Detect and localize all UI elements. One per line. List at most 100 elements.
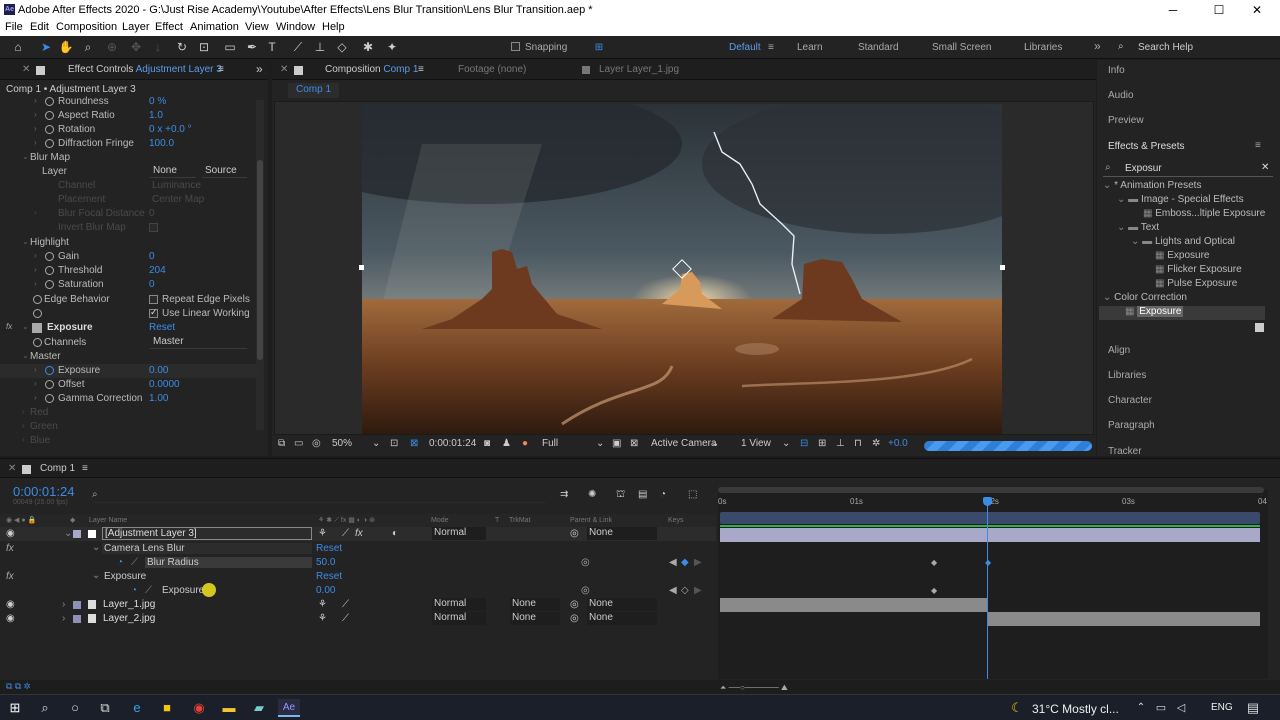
orbit-tool-icon[interactable]: ⊕ — [104, 40, 120, 55]
shy-switch-icon[interactable]: ⚘ — [318, 613, 327, 624]
mode-dropdown[interactable]: Normal — [432, 598, 486, 611]
rectangle-tool-icon[interactable]: ▭ — [222, 40, 238, 55]
tree-image-special-effects[interactable]: ⌄ ▬ Image - Special Effects — [1117, 194, 1244, 205]
hand-tool-icon[interactable]: ✋ — [58, 40, 74, 55]
chevron-down-icon[interactable]: ⌄ — [372, 438, 380, 449]
app-icon[interactable]: ▰ — [248, 699, 270, 717]
repeat-edge-checkbox[interactable] — [149, 295, 158, 304]
tree-flicker-exposure[interactable]: ▦ Flicker Exposure — [1155, 264, 1242, 275]
comp-breadcrumb[interactable]: Comp 1 — [288, 83, 340, 98]
label-color-swatch[interactable] — [73, 601, 81, 609]
toggle-switches-icon[interactable]: ⧉ ⧉ ✲ — [6, 681, 30, 692]
prop-gain[interactable]: › Gain 0 — [0, 250, 258, 264]
keyframe-exposure-1[interactable]: ◆ — [931, 586, 937, 595]
pick-whip-icon[interactable]: ◎ — [570, 599, 579, 610]
panel-menu-icon[interactable]: ≡ — [418, 64, 424, 75]
property-row-exposure[interactable]: ◔ ⟋ Exposure 0.00 ◎ ◀ ◇ ▶ — [0, 583, 716, 598]
layer2-bar[interactable] — [988, 612, 1260, 626]
task-view-icon[interactable]: ⧉ — [94, 699, 116, 717]
windows-start-icon[interactable]: ⊞ — [4, 699, 26, 717]
graph-icon[interactable]: ⟋ — [131, 557, 138, 568]
pen-tool-icon[interactable]: ✒ — [244, 40, 260, 55]
timeline-search-field[interactable]: ⌕ — [92, 489, 546, 503]
chevron-down-icon[interactable]: ⌄ — [782, 438, 790, 449]
reset-link[interactable]: Reset — [316, 571, 342, 582]
channels-dropdown[interactable]: Master — [150, 336, 247, 349]
chevron-down-icon[interactable]: ⌄ — [64, 528, 72, 539]
reset-link[interactable]: Reset — [316, 543, 342, 554]
menu-effect[interactable]: Effect — [155, 21, 183, 33]
prop-diffraction-fringe[interactable]: › Diffraction Fringe 100.0 — [0, 137, 258, 151]
quality-switch-icon[interactable]: ⟋ — [342, 613, 349, 624]
snapshot-icon[interactable]: ◙ — [484, 438, 490, 449]
label-color-swatch[interactable] — [73, 615, 81, 623]
prop-value[interactable]: 0 — [149, 251, 155, 262]
reset-link[interactable]: Reset — [149, 322, 175, 333]
always-preview-icon[interactable]: ⧉ — [278, 438, 285, 449]
fx-icon[interactable]: fx — [6, 322, 12, 331]
adjustment-layer-bar[interactable] — [720, 528, 1260, 542]
notification-icon[interactable]: ▤ — [1242, 699, 1264, 717]
puppet-tool-icon[interactable]: ✦ — [384, 40, 400, 55]
draft-3d-icon[interactable]: ✺ — [588, 489, 596, 500]
tree-pulse-exposure[interactable]: ▦ Pulse Exposure — [1155, 278, 1237, 289]
chevron-down-icon[interactable]: ⌄ — [92, 570, 100, 581]
home-icon[interactable]: ⌂ — [10, 40, 26, 55]
trkmat-column[interactable]: TrkMat — [509, 517, 531, 524]
chevron-down-icon[interactable]: ⌄ — [92, 542, 100, 553]
prop-value[interactable]: 0.0000 — [149, 379, 180, 390]
volume-icon[interactable]: ◁ — [1170, 699, 1192, 717]
prop-value[interactable]: 0 — [149, 279, 155, 290]
transparency-icon[interactable]: ⊠ — [630, 438, 638, 449]
flowchart-icon[interactable]: ⊓ — [854, 438, 862, 449]
panel-menu-icon[interactable]: ≡ — [1255, 140, 1261, 151]
property-row-blur-radius[interactable]: ◔ ⟋ Blur Radius 50.0 ◎ ◀ ◆ ▶ — [0, 556, 716, 570]
edge-icon[interactable]: e — [126, 699, 148, 717]
close-tab-icon[interactable]: ✕ — [8, 463, 16, 474]
tray-chevron-icon[interactable]: ⌃ — [1130, 699, 1152, 717]
tree-lights-optical[interactable]: ⌄ ▬ Lights and Optical — [1131, 236, 1235, 247]
effect-row-exposure[interactable]: fx ⌄ Exposure Reset — [0, 570, 716, 584]
expression-icon[interactable]: ◎ — [581, 585, 590, 596]
mode-dropdown[interactable]: Normal — [432, 527, 486, 540]
tracker-panel[interactable]: Tracker — [1108, 446, 1142, 456]
layer-row-adjustment[interactable]: ◉ ⌄ [Adjustment Layer 3] ⚘ ⟋ fx ◐ Normal… — [0, 527, 716, 541]
layer-handle-left[interactable] — [359, 265, 364, 270]
tree-exposure-effect[interactable]: ▦ Exposure — [1099, 306, 1265, 320]
file-explorer-icon[interactable]: ▬ — [218, 699, 240, 717]
prop-value[interactable]: 0 x +0.0 ° — [149, 124, 192, 135]
group-blur-map[interactable]: ⌄ Blur Map — [0, 151, 258, 165]
shy-switch-icon[interactable]: ⚘ — [318, 599, 327, 610]
dolly-tool-icon[interactable]: ↓ — [150, 40, 166, 55]
expression-icon[interactable]: ◎ — [581, 557, 590, 568]
composition-tab[interactable]: Composition Comp 1 — [325, 64, 418, 75]
layer-name-column[interactable]: Layer Name — [89, 517, 127, 524]
show-snapshot-icon[interactable]: ♟ — [502, 438, 511, 449]
layer-name[interactable]: Layer_2.jpg — [103, 613, 155, 624]
prop-edge-behavior[interactable]: Edge Behavior Repeat Edge Pixels — [0, 293, 258, 307]
zoom-tool-icon[interactable]: ⌕ — [80, 40, 96, 55]
layer-row-layer2[interactable]: ◉ › Layer_2.jpg ⚘ ⟋ Normal None ◎ None — [0, 612, 716, 626]
minimize-button[interactable]: ─ — [1150, 0, 1196, 20]
shy-layers-icon[interactable]: ⛫ — [616, 489, 625, 502]
source-dropdown[interactable]: Source — [202, 165, 247, 178]
group-highlight[interactable]: ⌄ Highlight — [0, 236, 258, 250]
prop-gamma[interactable]: › Gamma Correction 1.00 — [0, 392, 258, 406]
chrome-icon[interactable]: ◉ — [188, 699, 210, 717]
brush-tool-icon[interactable]: ⟋ — [290, 40, 306, 55]
add-keyframe-icon[interactable]: ◇ — [681, 585, 689, 596]
prop-value[interactable]: 1.0 — [149, 110, 163, 121]
work-area-bar[interactable] — [720, 512, 1260, 524]
weather-icon[interactable]: ☾ — [1006, 699, 1028, 717]
prop-value[interactable]: 0 % — [149, 96, 166, 107]
parent-dropdown[interactable]: None — [587, 527, 657, 540]
shy-switch-icon[interactable]: ⚘ — [318, 528, 327, 539]
prop-layer[interactable]: Layer None Source — [0, 165, 258, 179]
character-panel[interactable]: Character — [1108, 395, 1152, 406]
workspace-small-screen[interactable]: Small Screen — [932, 42, 991, 53]
panel-lock-icon[interactable] — [22, 465, 31, 474]
prop-value[interactable]: 1.00 — [149, 393, 168, 404]
effect-name[interactable]: Camera Lens Blur — [102, 543, 312, 554]
keyframe-blur-radius-2[interactable]: ◆ — [985, 558, 991, 567]
snapping-checkbox[interactable] — [511, 42, 520, 51]
